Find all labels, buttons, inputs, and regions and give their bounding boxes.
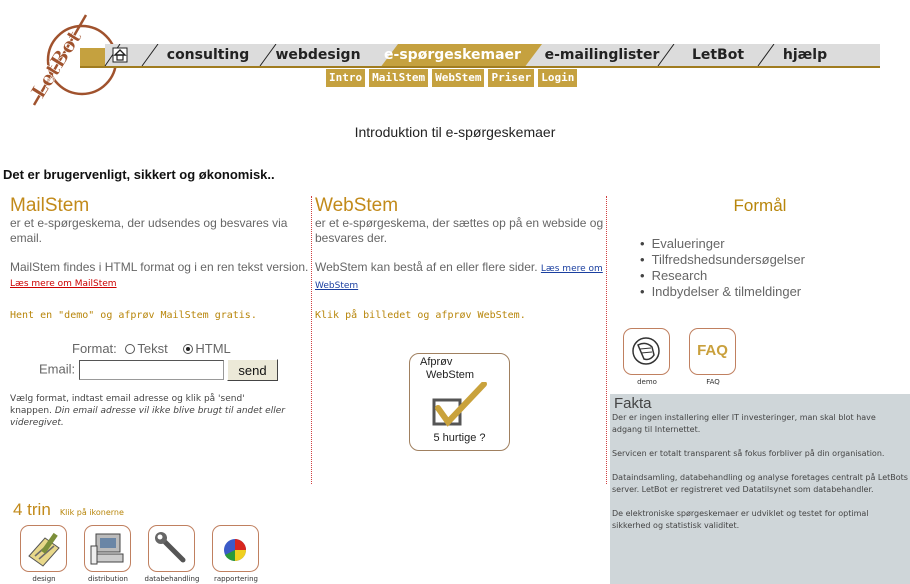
webstem-heading: WebStem bbox=[315, 195, 399, 216]
subnav-login[interactable]: Login bbox=[538, 69, 578, 87]
mailstem-heading: MailStem bbox=[10, 195, 90, 216]
steps-heading: 4 trin bbox=[13, 500, 51, 519]
tab-e-spoergeskemaer[interactable]: e-spørgeskemaer bbox=[380, 44, 525, 68]
webstem-demo-mid: WebStem bbox=[426, 369, 475, 381]
list-item: Evalueringer bbox=[640, 236, 910, 252]
step-distribution-button[interactable] bbox=[84, 525, 131, 572]
intro-heading: Det er brugervenligt, sikkert og økonomi… bbox=[3, 167, 275, 182]
tab-home[interactable] bbox=[112, 47, 130, 65]
subnav-intro[interactable]: Intro bbox=[326, 69, 366, 87]
format-html-radio[interactable] bbox=[183, 344, 194, 354]
mailstem-privacy-note: Din email adresse vil ikke blive brugt t… bbox=[10, 406, 285, 428]
formaal-title: Formål bbox=[733, 196, 787, 215]
tab-e-mailinglister[interactable]: e-mailinglister bbox=[538, 44, 666, 68]
mailstem-section: MailStem er et e-spørgeskema, der udsend… bbox=[10, 196, 310, 429]
mailstem-description: er et e-spørgeskema, der udsendes og bes… bbox=[10, 216, 288, 245]
format-text-label: Tekst bbox=[137, 341, 168, 356]
webstem-pages-text: WebStem kan bestå af en eller flere side… bbox=[315, 260, 538, 274]
format-text-radio[interactable] bbox=[125, 344, 136, 354]
step-databehandling-label: databehandling bbox=[144, 575, 200, 583]
step-rapportering-button[interactable] bbox=[212, 525, 259, 572]
webstem-section: WebStem er et e-spørgeskema, der sættes … bbox=[315, 195, 605, 322]
wrench-icon bbox=[155, 532, 186, 563]
faq-icon: FAQ bbox=[697, 342, 728, 359]
format-html-label: HTML bbox=[195, 341, 231, 356]
subnav-webstem[interactable]: WebStem bbox=[432, 69, 485, 87]
page-title: Introduktion til e-spørgeskemaer bbox=[354, 124, 556, 140]
webstem-description: er et e-spørgeskema, der sættes op på en… bbox=[315, 216, 604, 245]
steps-heading-row: 4 trin Klik på ikonerne bbox=[13, 500, 124, 520]
column-divider bbox=[311, 196, 312, 484]
fakta-paragraph: Der er ingen installering eller IT inves… bbox=[612, 413, 876, 434]
step-databehandling-button[interactable] bbox=[148, 525, 195, 572]
fakta-paragraph: Dataindsamling, databehandling og analys… bbox=[612, 473, 908, 494]
mailstem-help: Vælg format, indtast email adresse og kl… bbox=[10, 393, 285, 429]
list-item: Research bbox=[640, 268, 910, 284]
hand-pointer-icon bbox=[632, 337, 660, 365]
list-item: Tilfredshedsundersøgelser bbox=[640, 252, 910, 268]
step-rapportering-label: rapportering bbox=[214, 575, 258, 583]
checkbox-tick-icon bbox=[432, 382, 487, 427]
webstem-click-text: Klik på billedet og afprøv WebStem. bbox=[315, 310, 526, 321]
mailstem-formats: MailStem findes i HTML format og i en re… bbox=[10, 260, 310, 292]
pie-chart-icon bbox=[224, 539, 246, 562]
email-row: Email: send bbox=[10, 359, 310, 381]
fakta-box: Fakta Der er ingen installering eller IT… bbox=[610, 394, 910, 584]
step-design-button[interactable] bbox=[20, 525, 67, 572]
design-icon bbox=[28, 532, 60, 567]
send-button[interactable]: send bbox=[227, 359, 278, 381]
faq-label: FAQ bbox=[706, 378, 720, 386]
mailstem-formats-text: MailStem findes i HTML format og i en re… bbox=[10, 260, 309, 274]
webstem-demo-top: Afprøv bbox=[420, 356, 453, 368]
tab-letbot[interactable]: LetBot bbox=[672, 44, 764, 68]
steps-hint: Klik på ikonerne bbox=[59, 508, 124, 517]
subnav-mailstem[interactable]: MailStem bbox=[369, 69, 429, 87]
step-distribution-label: distribution bbox=[88, 575, 128, 583]
webstem-demo-bottom: 5 hurtige ? bbox=[433, 432, 486, 444]
demo-button[interactable] bbox=[623, 328, 670, 375]
tab-hjaelp[interactable]: hjælp bbox=[770, 44, 840, 68]
subnav-priser[interactable]: Priser bbox=[488, 69, 535, 87]
formaal-section: Formål Evalueringer Tilfredshedsundersøg… bbox=[610, 196, 910, 300]
mailstem-read-more-link[interactable]: Læs mere om MailStem bbox=[10, 279, 117, 289]
format-label: Format: bbox=[72, 341, 117, 356]
home-icon bbox=[112, 47, 128, 63]
fakta-paragraph: De elektroniske spørgeskemaer er udvikle… bbox=[612, 509, 869, 530]
fakta-title: Fakta bbox=[614, 395, 652, 412]
column-divider bbox=[606, 196, 607, 484]
list-item: Indbydelser & tilmeldinger bbox=[640, 284, 910, 300]
mailstem-demo-text: Hent en "demo" og afprøv MailStem gratis… bbox=[10, 310, 257, 321]
webstem-pages: WebStem kan bestå af en eller flere side… bbox=[315, 260, 605, 294]
fakta-paragraph: Servicen er totalt transparent så fokus … bbox=[612, 449, 885, 458]
webstem-demo-button[interactable]: Afprøv WebStem 5 hurtige ? bbox=[409, 353, 510, 451]
format-row: Format: Tekst HTML bbox=[10, 341, 310, 356]
email-input[interactable] bbox=[78, 360, 224, 380]
step-design-label: design bbox=[32, 575, 56, 583]
tab-webdesign[interactable]: webdesign bbox=[262, 44, 374, 68]
faq-button[interactable]: FAQ bbox=[689, 328, 736, 375]
sub-nav: Intro MailStem WebStem Priser Login bbox=[326, 69, 578, 87]
tab-consulting[interactable]: consulting bbox=[158, 44, 258, 68]
demo-label: demo bbox=[637, 378, 657, 386]
email-label: Email: bbox=[39, 361, 76, 377]
formaal-list: Evalueringer Tilfredshedsundersøgelser R… bbox=[610, 236, 910, 300]
distribution-icon bbox=[90, 533, 124, 565]
